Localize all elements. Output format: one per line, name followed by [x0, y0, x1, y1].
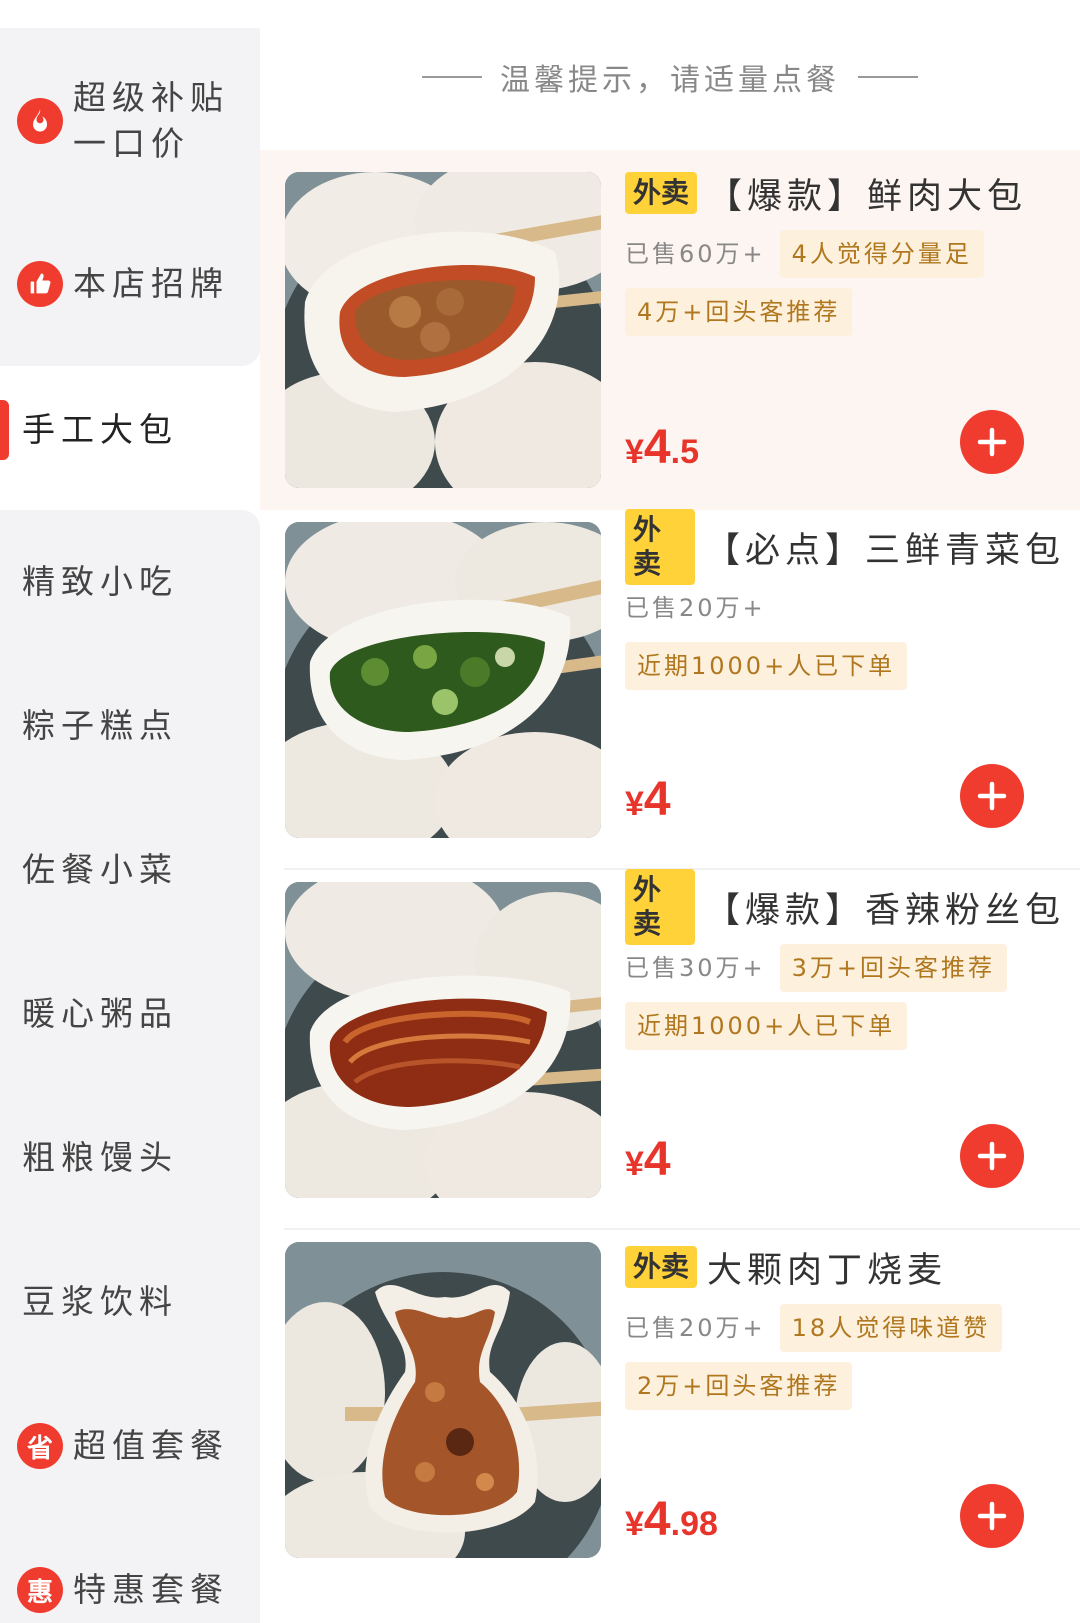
product-price: ¥4.5 [625, 420, 699, 475]
sidebar-item-label: 暖心粥品 [22, 994, 178, 1033]
add-to-cart-button[interactable] [960, 410, 1024, 474]
sidebar-item-label: 特惠套餐 [73, 1570, 229, 1609]
fire-icon [17, 98, 63, 144]
discount-badge-icon: 惠 [17, 1567, 63, 1613]
price-integer: 4 [643, 1493, 671, 1546]
plus-icon [977, 1141, 1007, 1171]
price-decimal: .98 [670, 1505, 718, 1543]
sidebar-item-drinks[interactable]: 豆浆饮料 [0, 1278, 260, 1326]
add-to-cart-button[interactable] [960, 1484, 1024, 1548]
order-tip: 温馨提示，请适量点餐 [260, 55, 1080, 99]
sidebar-item-label: 超级补贴 [73, 78, 229, 117]
tip-divider-left [422, 76, 482, 78]
delivery-tag: 外卖 [625, 1246, 698, 1288]
sidebar-item-zongzi-cakes[interactable]: 粽子糕点 [0, 702, 260, 750]
delivery-tag: 外卖 [625, 869, 695, 945]
product-price: ¥4 [625, 772, 671, 827]
price-integer: 4 [643, 773, 671, 826]
price-decimal: .5 [670, 433, 699, 471]
product-image[interactable] [285, 522, 601, 838]
sidebar-item-discount-set[interactable]: 惠 特惠套餐 [0, 1566, 260, 1614]
currency-symbol: ¥ [625, 433, 644, 471]
sold-count: 已售30万+ [625, 954, 766, 982]
sidebar-item-label: 佐餐小菜 [22, 850, 178, 889]
promo-pill: 近期1000+人已下单 [625, 1002, 908, 1050]
sidebar-item-label: 精致小吃 [22, 562, 178, 601]
tip-divider-right [858, 76, 918, 78]
price-integer: 4 [643, 1133, 671, 1186]
product-image[interactable] [285, 172, 601, 488]
price-integer: 4 [643, 421, 671, 474]
sidebar-item-label: 粗粮馒头 [22, 1138, 178, 1177]
product-list: 温馨提示，请适量点餐 外卖 【爆款】鲜肉大包 已售60万+ 4人觉得分量足 4万… [260, 0, 1080, 1623]
sidebar-item-label: 豆浆饮料 [22, 1282, 178, 1321]
product-image[interactable] [285, 882, 601, 1198]
tip-text: 温馨提示，请适量点餐 [500, 63, 840, 98]
promo-pill: 4人觉得分量足 [779, 230, 984, 278]
app: 超级补贴 一口价 本店招牌 手工大包 精致小吃 粽子糕点 佐餐小菜 暖心粥品 粗… [0, 0, 1080, 1623]
plus-icon [977, 781, 1007, 811]
promo-pill: 4万+回头客推荐 [625, 288, 853, 336]
sold-count: 已售20万+ [625, 1314, 766, 1342]
add-to-cart-button[interactable] [960, 764, 1024, 828]
sold-count: 已售20万+ [625, 594, 766, 622]
product-title: 【爆款】鲜肉大包 [707, 176, 1028, 217]
sidebar-item-steamed-buns[interactable]: 粗粮馒头 [0, 1134, 260, 1182]
promo-pill: 近期1000+人已下单 [625, 642, 908, 690]
sidebar-item-label: 超值套餐 [73, 1426, 229, 1465]
product-title: 大颗肉丁烧麦 [707, 1250, 948, 1291]
delivery-tag: 外卖 [625, 509, 695, 585]
product-info: 外卖 【必点】三鲜青菜包 已售20万+ 近期1000+人已下单 [625, 509, 1065, 690]
product-title: 【必点】三鲜青菜包 [704, 530, 1065, 571]
sidebar-item-side-dishes[interactable]: 佐餐小菜 [0, 846, 260, 894]
promo-pill: 2万+回头客推荐 [625, 1362, 853, 1410]
thumbs-up-icon [17, 261, 63, 307]
sidebar-item-value-set[interactable]: 省 超值套餐 [0, 1422, 260, 1470]
product-price: ¥4.98 [625, 1492, 718, 1547]
sidebar-item-label: 粽子糕点 [22, 706, 178, 745]
product-title: 【爆款】香辣粉丝包 [704, 890, 1065, 931]
currency-symbol: ¥ [625, 785, 644, 823]
promo-pill: 3万+回头客推荐 [779, 944, 1008, 992]
product-card[interactable]: 外卖 大颗肉丁烧麦 已售20万+ 18人觉得味道赞 2万+回头客推荐 ¥4.98 [260, 1230, 1080, 1590]
category-sidebar: 超级补贴 一口价 本店招牌 手工大包 精致小吃 粽子糕点 佐餐小菜 暖心粥品 粗… [0, 0, 260, 1623]
product-image[interactable] [285, 1242, 601, 1558]
product-card[interactable]: 外卖 【爆款】香辣粉丝包 已售30万+ 3万+回头客推荐 近期1000+人已下单… [260, 869, 1080, 1230]
plus-icon [977, 1501, 1007, 1531]
currency-symbol: ¥ [625, 1145, 644, 1183]
sold-count: 已售60万+ [625, 240, 766, 268]
sidebar-item-label: 一口价 [73, 124, 190, 163]
sidebar-item-label: 手工大包 [22, 410, 178, 449]
sidebar-item-porridge[interactable]: 暖心粥品 [0, 990, 260, 1038]
sidebar-item-handmade-buns[interactable]: 手工大包 [0, 406, 260, 454]
currency-symbol: ¥ [625, 1505, 644, 1543]
sidebar-item-label: 本店招牌 [73, 264, 229, 303]
add-to-cart-button[interactable] [960, 1124, 1024, 1188]
sidebar-item-signature[interactable]: 本店招牌 [0, 260, 260, 308]
plus-icon [977, 427, 1007, 457]
product-card[interactable]: 外卖 【爆款】鲜肉大包 已售60万+ 4人觉得分量足 4万+回头客推荐 ¥4.5 [260, 150, 1080, 510]
product-info: 外卖 【爆款】鲜肉大包 已售60万+ 4人觉得分量足 4万+回头客推荐 [625, 168, 1065, 336]
sidebar-item-snacks[interactable]: 精致小吃 [0, 558, 260, 606]
product-info: 外卖 大颗肉丁烧麦 已售20万+ 18人觉得味道赞 2万+回头客推荐 [625, 1242, 1065, 1410]
product-info: 外卖 【爆款】香辣粉丝包 已售30万+ 3万+回头客推荐 近期1000+人已下单 [625, 869, 1065, 1050]
save-badge-icon: 省 [17, 1423, 63, 1469]
product-price: ¥4 [625, 1132, 671, 1187]
promo-pill: 18人觉得味道赞 [779, 1304, 1003, 1352]
delivery-tag: 外卖 [625, 172, 698, 214]
sidebar-item-super-subsidy[interactable]: 超级补贴 一口价 [0, 75, 260, 167]
product-card[interactable]: 外卖 【必点】三鲜青菜包 已售20万+ 近期1000+人已下单 ¥4 [260, 509, 1080, 870]
